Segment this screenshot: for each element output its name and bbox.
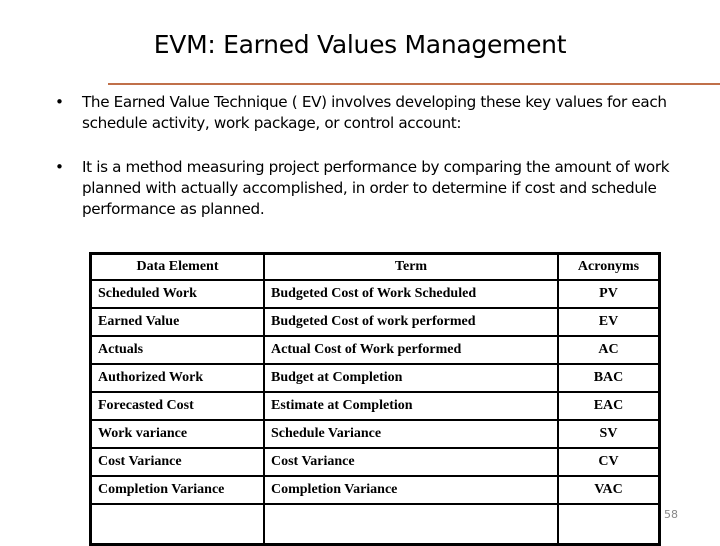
table-row: Completion Variance Completion Variance VA… <box>89 475 661 505</box>
cell-term: Cost Variance <box>263 447 559 477</box>
table-row <box>89 503 661 546</box>
table-row: Actuals Actual Cost of Work performed AC <box>89 335 661 365</box>
bullet-item: • It is a method measuring project perfo… <box>55 157 705 220</box>
table-row: Authorized Work Budget at Completion BAC <box>89 363 661 393</box>
cell-term: Budget at Completion <box>263 363 559 393</box>
cell-acronym: AC <box>557 335 661 365</box>
cell-acronym: EAC <box>557 391 661 421</box>
cell-data-element: Authorized Work <box>89 363 265 393</box>
evm-table: Data Element Term Acronyms Scheduled Wor… <box>89 252 661 546</box>
table-row: Forecasted Cost Estimate at Completion EAC <box>89 391 661 421</box>
bullet-item: • The Earned Value Technique ( EV) invol… <box>55 92 705 134</box>
cell-data-element: Forecasted Cost <box>89 391 265 421</box>
bullet-list: • The Earned Value Technique ( EV) invol… <box>55 92 705 243</box>
cell-term: Completion Variance <box>263 475 559 505</box>
cell-acronym: EV <box>557 307 661 337</box>
cell-term: Estimate at Completion <box>263 391 559 421</box>
header-data-element: Data Element <box>89 252 265 281</box>
cell-acronym <box>557 503 661 546</box>
cell-acronym: PV <box>557 279 661 309</box>
cell-acronym: SV <box>557 419 661 449</box>
table-header-row: Data Element Term Acronyms <box>89 252 661 281</box>
cell-term: Actual Cost of Work performed <box>263 335 559 365</box>
table-row: Work variance Schedule Variance SV <box>89 419 661 449</box>
cell-data-element: Actuals <box>89 335 265 365</box>
cell-term <box>263 503 559 546</box>
cell-data-element: Scheduled Work <box>89 279 265 309</box>
page-number: 58 <box>664 508 678 521</box>
title-divider <box>108 83 720 85</box>
bullet-marker: • <box>55 93 64 111</box>
cell-term: Budgeted Cost of Work Scheduled <box>263 279 559 309</box>
cell-acronym: BAC <box>557 363 661 393</box>
table-row: Earned Value Budgeted Cost of work perfor… <box>89 307 661 337</box>
cell-term: Budgeted Cost of work performed <box>263 307 559 337</box>
cell-data-element: Work variance <box>89 419 265 449</box>
cell-data-element <box>89 503 265 546</box>
bullet-text: The Earned Value Technique ( EV) involve… <box>82 93 667 132</box>
cell-acronym: VAC <box>557 475 661 505</box>
table-row: Scheduled Work Budgeted Cost of Work Sche… <box>89 279 661 309</box>
table-row: Cost Variance Cost Variance CV <box>89 447 661 477</box>
header-term: Term <box>263 252 559 281</box>
bullet-marker: • <box>55 158 64 176</box>
cell-data-element: Cost Variance <box>89 447 265 477</box>
bullet-text: It is a method measuring project perform… <box>82 158 670 218</box>
cell-data-element: Earned Value <box>89 307 265 337</box>
cell-acronym: CV <box>557 447 661 477</box>
slide-title: EVM: Earned Values Management <box>153 30 567 59</box>
header-acronyms: Acronyms <box>557 252 661 281</box>
cell-term: Schedule Variance <box>263 419 559 449</box>
cell-data-element: Completion Variance <box>89 475 265 505</box>
